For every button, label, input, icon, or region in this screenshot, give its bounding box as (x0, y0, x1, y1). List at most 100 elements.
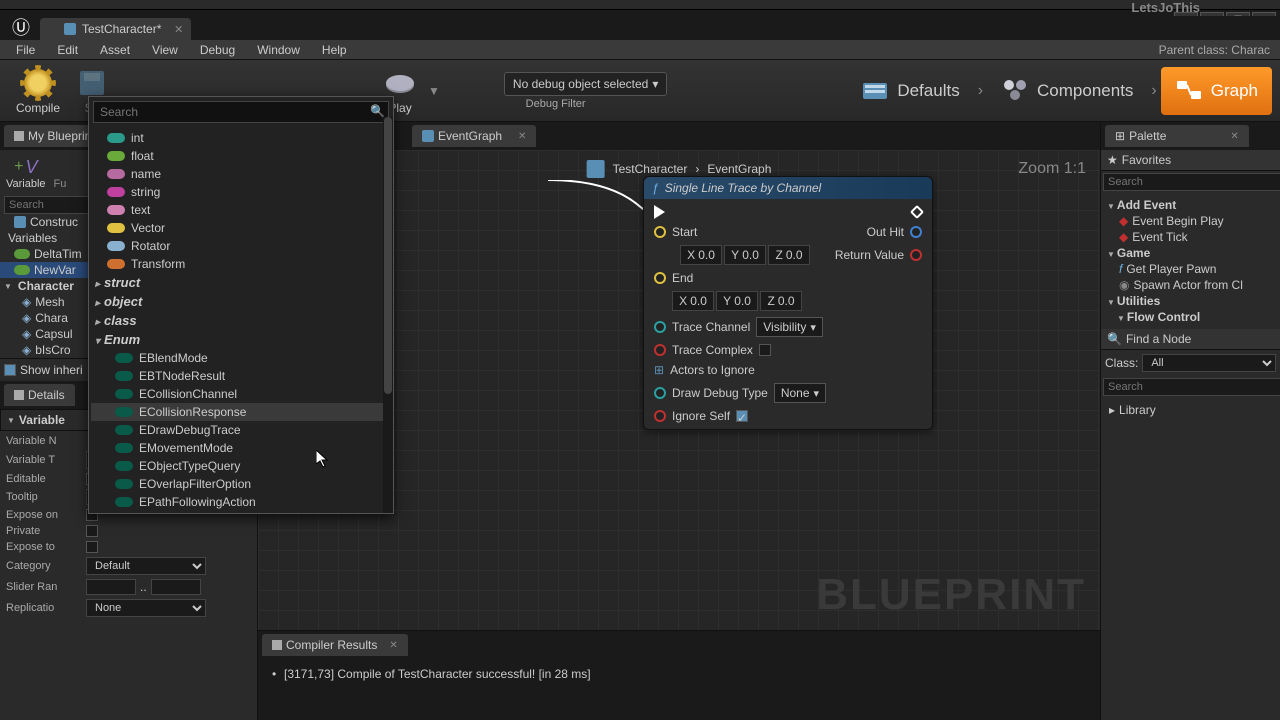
y-field[interactable]: Y 0.0 (716, 291, 758, 311)
z-field[interactable]: Z 0.0 (768, 245, 810, 265)
find-node-header[interactable]: 🔍Find a Node (1101, 329, 1280, 350)
graph-button[interactable]: Graph (1161, 67, 1272, 115)
type-option[interactable]: int (91, 129, 391, 147)
x-field[interactable]: X 0.0 (672, 291, 714, 311)
type-option[interactable]: Vector (91, 219, 391, 237)
vector-pin[interactable] (654, 226, 666, 238)
y-field[interactable]: Y 0.0 (724, 245, 766, 265)
compiler-results-tab[interactable]: Compiler Results ✕ (262, 634, 408, 656)
type-option[interactable]: name (91, 165, 391, 183)
enum-pin[interactable] (654, 387, 666, 399)
palette-category[interactable]: Add Event (1105, 197, 1276, 213)
trace-complex-checkbox[interactable] (759, 344, 771, 356)
defaults-button[interactable]: Defaults (847, 67, 973, 115)
enum-option[interactable]: ECollisionResponse (91, 403, 391, 421)
details-tab-label: Details (28, 388, 65, 402)
enum-option[interactable]: EBTNodeResult (91, 367, 391, 385)
trace-channel-dropdown[interactable]: Visibility▾ (756, 317, 823, 337)
menu-file[interactable]: File (6, 41, 45, 59)
type-option[interactable]: string (91, 183, 391, 201)
palette-category[interactable]: Game (1105, 245, 1276, 261)
eventgraph-tab[interactable]: EventGraph ✕ (412, 125, 536, 147)
close-icon[interactable]: ✕ (389, 640, 397, 651)
components-button[interactable]: Components (987, 67, 1147, 115)
bool-pin[interactable] (654, 344, 666, 356)
palette-category[interactable]: Utilities (1105, 293, 1276, 309)
node-header[interactable]: ƒ Single Line Trace by Channel (644, 177, 932, 199)
parent-class-label[interactable]: Parent class: Charac (1159, 43, 1274, 57)
palette-category[interactable]: Flow Control (1105, 309, 1276, 325)
vector-pin[interactable] (654, 272, 666, 284)
palette-item[interactable]: fGet Player Pawn (1105, 261, 1276, 277)
compile-button[interactable]: Compile (8, 65, 68, 117)
details-tab[interactable]: Details (4, 384, 75, 406)
expose-cinematics-checkbox[interactable] (86, 541, 98, 553)
menu-window[interactable]: Window (247, 41, 310, 59)
favorites-search-input[interactable] (1103, 173, 1280, 191)
exec-out-pin[interactable] (910, 205, 924, 219)
document-tab[interactable]: TestCharacter* ✕ (40, 18, 191, 40)
palette-item[interactable]: ◆Event Tick (1105, 229, 1276, 245)
private-checkbox[interactable] (86, 525, 98, 537)
type-category[interactable]: class (91, 311, 391, 330)
type-option[interactable]: text (91, 201, 391, 219)
palette-item[interactable]: ◆Event Begin Play (1105, 213, 1276, 229)
chevron-down-icon[interactable]: ▼ (428, 84, 440, 98)
replication-select[interactable]: None (86, 599, 206, 617)
type-option[interactable]: float (91, 147, 391, 165)
struct-pin[interactable] (910, 226, 922, 238)
compiler-message[interactable]: [3171,73] Compile of TestCharacter succe… (272, 667, 1086, 681)
breadcrumb-item[interactable]: EventGraph (707, 162, 771, 176)
z-field[interactable]: Z 0.0 (760, 291, 802, 311)
type-category[interactable]: struct (91, 273, 391, 292)
enum-option[interactable]: EMovementMode (91, 439, 391, 457)
menu-asset[interactable]: Asset (90, 41, 140, 59)
close-icon[interactable]: ✕ (518, 131, 526, 142)
enum-pin[interactable] (654, 321, 666, 333)
debug-object-selector[interactable]: No debug object selected ▾ (504, 72, 667, 96)
close-icon[interactable]: ✕ (174, 23, 183, 36)
draw-debug-dropdown[interactable]: None▾ (774, 383, 826, 403)
menu-debug[interactable]: Debug (190, 41, 245, 59)
enum-option[interactable]: EDrawDebugTrace (91, 421, 391, 439)
scrollbar-thumb[interactable] (384, 117, 392, 394)
array-pin[interactable]: ⊞ (654, 363, 664, 377)
line-trace-node[interactable]: ƒ Single Line Trace by Channel Start Out… (643, 176, 933, 430)
menu-view[interactable]: View (142, 41, 188, 59)
breadcrumb-item[interactable]: TestCharacter (613, 162, 688, 176)
close-icon[interactable]: ✕ (1230, 131, 1238, 142)
type-option[interactable]: Rotator (91, 237, 391, 255)
dropdown-list[interactable]: intfloatnamestringtextVectorRotatorTrans… (89, 127, 393, 513)
x-field[interactable]: X 0.0 (680, 245, 722, 265)
library-item[interactable]: ▸ Library (1105, 402, 1276, 418)
add-function-button[interactable]: Fu (54, 156, 67, 190)
category-select[interactable]: Default (86, 557, 206, 575)
bool-pin[interactable] (910, 249, 922, 261)
unreal-logo-icon[interactable]: Ⓤ (8, 14, 34, 40)
dropdown-scrollbar[interactable] (383, 117, 393, 513)
favorites-header[interactable]: ★Favorites (1101, 150, 1280, 171)
slider-min-input[interactable] (86, 579, 136, 595)
enum-option[interactable]: EOverlapFilterOption (91, 475, 391, 493)
palette-item[interactable]: ◉Spawn Actor from Cl (1105, 277, 1276, 293)
chevron-down-icon: ▾ (652, 77, 658, 91)
menu-help[interactable]: Help (312, 41, 357, 59)
palette-tab[interactable]: ⊞Palette✕ (1105, 125, 1249, 147)
type-category[interactable]: object (91, 292, 391, 311)
enum-option[interactable]: EPathFollowingAction (91, 493, 391, 511)
add-variable-button[interactable]: +V Variable (6, 157, 46, 190)
compile-label: Compile (16, 101, 60, 115)
dropdown-search-input[interactable] (93, 101, 389, 123)
enum-option[interactable]: EBlendMode (91, 349, 391, 367)
enum-option[interactable]: EObjectTypeQuery (91, 457, 391, 475)
exec-in-pin[interactable] (654, 205, 665, 219)
slider-max-input[interactable] (151, 579, 201, 595)
type-option[interactable]: Transform (91, 255, 391, 273)
enum-option[interactable]: ECollisionChannel (91, 385, 391, 403)
class-filter-select[interactable]: All (1142, 354, 1276, 372)
bool-pin[interactable] (654, 410, 666, 422)
menu-edit[interactable]: Edit (47, 41, 88, 59)
enum-category[interactable]: Enum (91, 330, 391, 349)
ignore-self-checkbox[interactable]: ✓ (736, 410, 748, 422)
find-node-search-input[interactable] (1103, 378, 1280, 396)
